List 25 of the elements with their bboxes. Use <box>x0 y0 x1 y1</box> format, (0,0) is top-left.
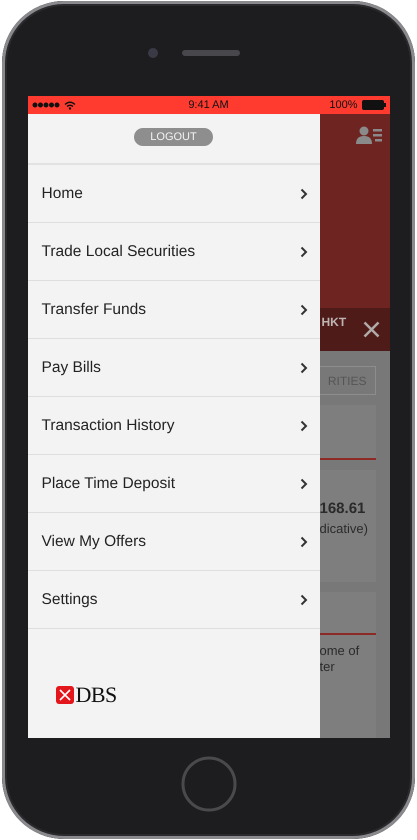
logo: DBS <box>56 682 117 708</box>
chevron-icon <box>300 536 308 548</box>
chevron-icon <box>300 246 308 258</box>
chevron-icon <box>300 362 308 374</box>
camera-icon <box>148 48 158 58</box>
note-text: ter <box>320 659 336 675</box>
amount-note: dicative) <box>320 521 369 537</box>
chevron-icon <box>300 188 308 200</box>
home-button[interactable] <box>180 756 236 812</box>
battery-icon <box>362 100 386 110</box>
chevron-icon <box>300 420 308 432</box>
logo-mark-icon <box>56 686 74 704</box>
note-text: ome of <box>320 643 360 659</box>
header-label: HKT <box>322 315 346 330</box>
chevron-icon <box>300 594 308 606</box>
speaker-grille <box>182 50 240 56</box>
close-icon[interactable] <box>362 320 380 338</box>
chevron-icon <box>300 304 308 316</box>
chevron-icon <box>300 478 308 490</box>
status-time: 9:41 AM <box>188 99 229 111</box>
user-list-icon[interactable] <box>356 126 382 144</box>
battery-percent: 100% <box>329 99 358 111</box>
wifi-icon <box>64 100 76 110</box>
signal-icon <box>32 102 60 108</box>
amount-value: 168.61 <box>320 500 366 517</box>
